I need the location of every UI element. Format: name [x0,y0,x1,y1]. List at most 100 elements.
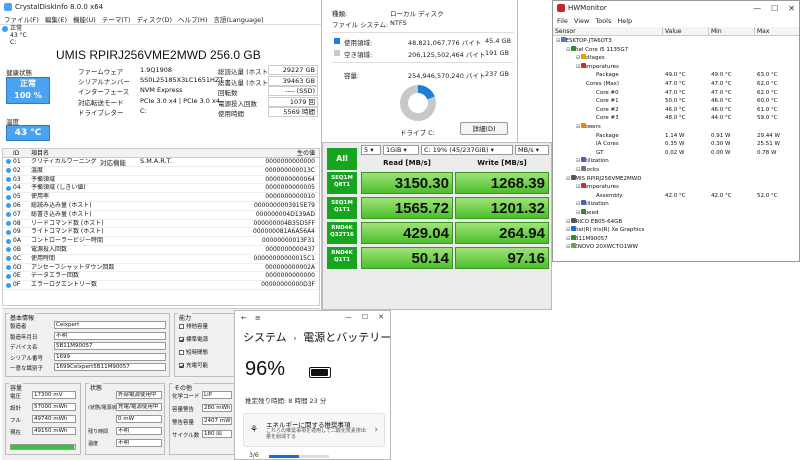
minimize-icon[interactable]: — [345,313,352,321]
smart-row[interactable]: 05 使用率 0000000000010 [3,193,319,202]
smart-row[interactable]: 0A コントローラービジー時間 00000000013F31 [3,237,319,246]
expand-toggle-icon[interactable]: ⊟ [576,124,580,130]
test-name-line2: Q1T1 [333,257,351,263]
smart-row[interactable]: 03 予備領域 0000000000064 [3,176,319,185]
sensor-row[interactable]: ⊟ Intel(R) Iris(R) Xe Graphics [553,226,799,234]
checkbox[interactable] [179,324,184,329]
breadcrumb-separator: › [293,334,297,344]
maximize-icon[interactable]: ☐ [771,4,778,13]
col-value[interactable]: Value [663,27,709,35]
sensor-row[interactable]: ⊟ Utilization [553,200,799,208]
smart-row[interactable]: 09 ライトコマンド数 (ホスト) 000000081A6A56A4 [3,228,319,238]
expand-toggle-icon[interactable]: ⊟ [566,47,570,53]
expand-toggle-icon[interactable]: ⊟ [576,64,580,70]
expand-toggle-icon[interactable]: ⊟ [566,219,570,225]
smart-row[interactable]: 06 総読み込み量 (ホスト) 0000000003915E79 [3,202,319,211]
test-button-1[interactable]: SEQ1M Q1T1 [327,197,357,219]
count-select[interactable]: 5 ▾ [361,145,381,155]
cdi-menu-item[interactable]: テーマ(T) [102,14,131,24]
smart-row[interactable]: 0D アンセーフシャットダウン回数 000000000002A [3,264,319,273]
cdi-menu-item[interactable]: 編集(E) [45,14,67,24]
smart-row[interactable]: 0C 使用時間 00000000000015C1 [3,255,319,264]
expand-toggle-icon[interactable]: ⊟ [576,201,580,207]
expand-toggle-icon[interactable]: ⊟ [576,210,580,216]
cdi-menu-item[interactable]: ヘルプ(H) [178,14,207,24]
sensor-row[interactable]: ⊟ UMIS RPIRJ256VME2MWD [553,174,799,183]
expand-toggle-icon[interactable]: ⊟ [576,55,580,61]
checkbox[interactable] [179,337,184,342]
energy-recommendation-card[interactable]: ⚘ エネルギーに関する推奨事項 これらの推奨事項を適用して二酸化炭素排出量を削減… [243,413,385,447]
checkbox[interactable] [179,350,184,355]
hwm-menu-item[interactable]: Tools [595,17,611,25]
sensor-row[interactable]: ⊟ 5B11M90057 [553,234,799,243]
sensor-row[interactable]: IA Cores 0.35 W 0.30 W 25.51 W [553,140,799,148]
sensor-row[interactable]: ⊟ ORICO EB05-64GB [553,217,799,226]
drive-select[interactable]: C: 19% (45/237GiB) ▾ [421,145,513,155]
col-min[interactable]: Min [709,27,755,35]
breadcrumb-parent[interactable]: システム [243,331,287,344]
sensor-row[interactable]: ⊟ Temperatures [553,183,799,191]
sensor-row[interactable]: ⊟ LENOVO 20XWCTO1WW [553,243,799,251]
expand-toggle-icon[interactable]: ⊟ [576,167,580,173]
cdi-menu-item[interactable]: ディスク(D) [136,14,172,24]
sensor-row[interactable]: ⊟ Speed [553,209,799,217]
sensor-row[interactable]: Core #0 47.0 °C 47.0 °C 62.0 °C [553,89,799,97]
test-button-2[interactable]: RND4K Q32T16 [327,222,357,244]
smart-row[interactable]: 01 クリティカルワーニング 0000000000000 [3,158,319,167]
checkbox[interactable] [179,363,184,368]
smart-row[interactable]: 0F エラーログエントリー数 00000000000D3F [3,281,319,290]
type-value: ローカル ディスク [390,10,444,18]
col-max[interactable]: Max [755,27,799,35]
test-button-0[interactable]: SEQ1M Q8T1 [327,172,357,194]
smart-row[interactable]: 08 リードコマンド数 (ホスト) 000000004B35D5FF [3,220,319,229]
maximize-icon[interactable]: ☐ [362,313,368,321]
smart-row[interactable]: 0E データエラー回数 0000000000000 [3,272,319,282]
expand-toggle-icon[interactable]: ⊟ [566,176,570,182]
expand-toggle-icon[interactable]: ⊟ [576,184,580,190]
sensor-min: 0.91 W [711,132,731,139]
sensor-row[interactable]: ⊟ Powers [553,123,799,131]
details-button[interactable]: 詳細(D) [460,122,508,135]
smart-row[interactable]: 07 総書き込み量 (ホスト) 000000004D139AD [3,211,319,220]
sensor-row[interactable]: Package 49.0 °C 49.0 °C 63.0 °C [553,71,799,79]
health-status-badge: 正常 100 % [6,77,50,104]
hwm-menu-item[interactable]: View [574,17,589,25]
close-icon[interactable]: ✕ [378,313,384,321]
hwm-menu-item[interactable]: File [557,17,568,25]
run-all-button[interactable]: All [327,148,357,170]
sensor-row[interactable]: ⊟ Intel Core i5 1135G7 [553,45,799,54]
expand-toggle-icon[interactable]: ⊟ [556,38,560,44]
smart-row[interactable]: 04 予備領域 (しきい値) 0000000000005 [3,184,319,194]
cdi-menu-item[interactable]: 言語(Language) [213,14,263,24]
sensor-row[interactable]: Core #3 48.0 °C 44.0 °C 59.0 °C [553,114,799,122]
minimize-icon[interactable]: — [753,4,761,13]
sensor-row[interactable]: ⊟ Utilization [553,157,799,165]
sensor-row[interactable]: ⊟ Voltages [553,54,799,62]
smart-row[interactable]: 0B 電源投入回数 0000000000437 [3,246,319,255]
back-arrow-icon[interactable]: ← [241,314,247,322]
sensor-row[interactable]: Core #1 50.0 °C 46.0 °C 60.0 °C [553,97,799,105]
expand-toggle-icon[interactable]: ⊟ [576,158,580,164]
hwm-menu-item[interactable]: Help [617,17,632,25]
cdi-menu-item[interactable]: 機能(U) [73,14,96,24]
expand-toggle-icon[interactable]: ⊟ [566,236,570,242]
test-button-3[interactable]: RND4K Q1T1 [327,247,357,269]
sensor-row[interactable]: ⊟ Temperatures [553,62,799,71]
unit-select[interactable]: MB/s ▾ [515,145,549,155]
smart-row[interactable]: 02 温度 000000000013C [3,167,319,176]
expand-toggle-icon[interactable]: ⊟ [566,227,570,233]
size-select[interactable]: 1GiB ▾ [383,145,419,155]
close-icon[interactable]: ✕ [788,4,795,13]
col-sensor[interactable]: Sensor [553,27,663,35]
sensor-row[interactable]: Core #2 46.0 °C 46.0 °C 61.0 °C [553,106,799,114]
expand-toggle-icon[interactable]: ⊟ [566,244,570,250]
sensor-row[interactable]: Assembly 42.0 °C 42.0 °C 52.0 °C [553,192,799,200]
cdi-menu-item[interactable]: ファイル(F) [4,14,39,24]
menu-icon[interactable]: ≡ [255,314,261,322]
sensor-row[interactable]: Package 1.14 W 0.91 W 29.44 W [553,132,799,140]
sensor-row[interactable]: ⊟ DESKTOP-JTA6OT3 [553,37,799,45]
drive-tab-c[interactable]: 正常 43 °C C: [2,25,40,46]
sensor-row[interactable]: GT 0.02 W 0.00 W 0.78 W [553,149,799,157]
sensor-row[interactable]: ⊟ Clocks [553,166,799,174]
sensor-row[interactable]: Cores (Max) 47.0 °C 47.0 °C 62.0 °C [553,80,799,88]
